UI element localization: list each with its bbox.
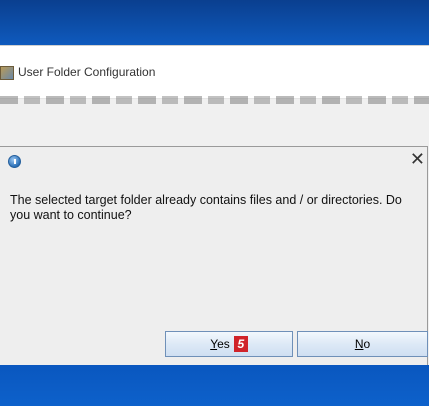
info-icon [8,155,21,168]
step-badge: 5 [233,336,248,352]
no-button[interactable]: No [297,331,428,357]
app-icon [0,66,14,80]
obscured-text-line [0,96,429,104]
user-folder-configuration-window: User Folder Configuration ✕ The selected… [0,45,429,385]
yes-button[interactable]: Yes 5 [165,331,293,357]
desktop-bottom-area [0,365,429,406]
dialog-titlebar: ✕ [0,147,427,177]
main-window-title: User Folder Configuration [18,65,156,79]
confirm-dialog: ✕ The selected target folder already con… [0,146,428,366]
dialog-message: The selected target folder already conta… [10,193,402,222]
no-button-label: No [354,337,371,351]
yes-button-label: Yes [210,337,230,351]
main-window-titlebar: User Folder Configuration [0,46,429,99]
close-icon[interactable]: ✕ [410,151,425,169]
